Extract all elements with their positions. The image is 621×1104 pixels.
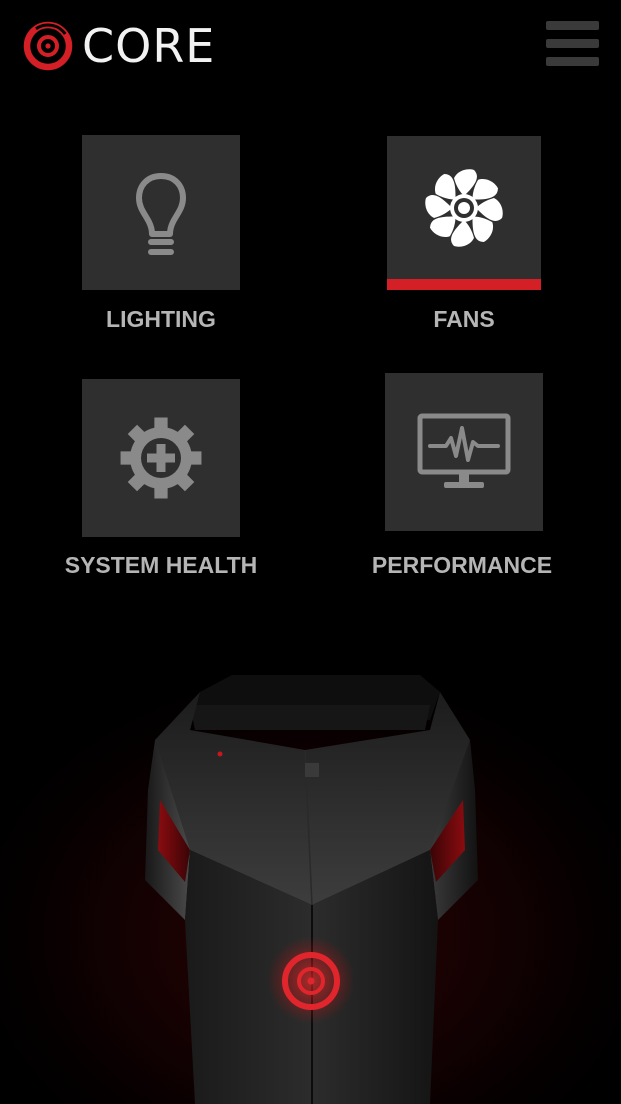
core-ring-logo-icon — [23, 21, 73, 71]
fans-tile[interactable] — [387, 136, 541, 290]
system-health-label[interactable]: SYSTEM HEALTH — [31, 552, 291, 579]
performance-label[interactable]: PERFORMANCE — [332, 552, 592, 579]
monitor-heartbeat-icon — [417, 413, 511, 488]
hamburger-menu-button[interactable] — [543, 19, 601, 67]
lightbulb-icon — [136, 172, 186, 255]
performance-tile[interactable] — [385, 373, 543, 531]
lighting-tile[interactable] — [82, 135, 240, 290]
gear-plus-icon — [120, 417, 202, 499]
fans-label[interactable]: FANS — [334, 306, 594, 333]
lighting-label[interactable]: LIGHTING — [31, 306, 291, 333]
desktop-pc-case-image — [0, 620, 621, 1104]
fan-icon — [425, 168, 503, 247]
active-indicator-bar — [387, 279, 541, 290]
brand: CORE — [22, 20, 215, 72]
system-health-tile[interactable] — [82, 379, 240, 537]
brand-name: CORE — [82, 19, 216, 73]
